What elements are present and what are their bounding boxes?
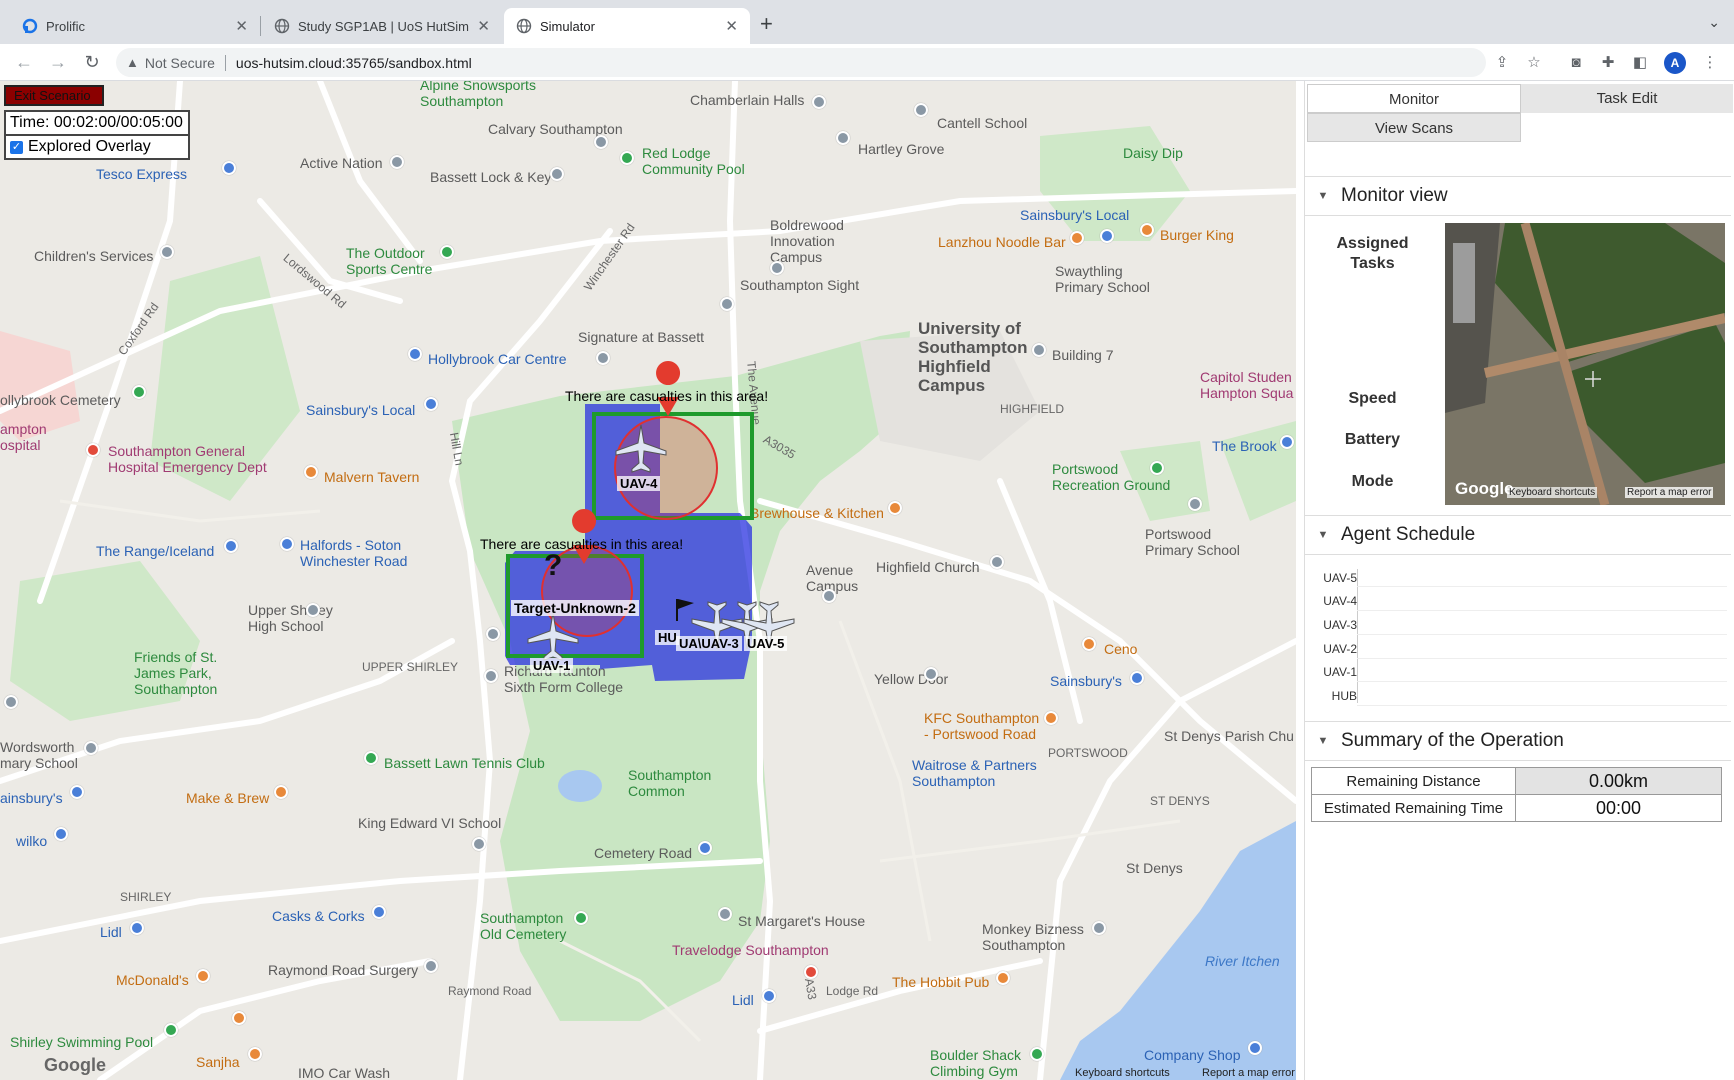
star-icon[interactable]: ☆ — [1524, 53, 1544, 73]
checkbox-checked-icon[interactable]: ✓ — [10, 140, 23, 154]
unknown-target-icon[interactable]: ? — [544, 549, 562, 583]
tab-monitor[interactable]: Monitor — [1307, 84, 1521, 113]
scenario-timer: Time: 00:02:00/00:05:00 — [4, 110, 190, 136]
address-bar[interactable]: ▲ Not Secure uos-hutsim.cloud:35765/sand… — [116, 48, 1486, 77]
remaining-time-value: 00:00 — [1515, 794, 1722, 822]
casualty-alert-text: There are casualties in this area! — [565, 388, 769, 404]
uav-label: UAV-5 — [744, 636, 788, 651]
close-icon[interactable]: ✕ — [235, 17, 248, 35]
tab-title: Simulator — [540, 18, 595, 34]
schedule-row-label: UAV-1 — [1323, 665, 1357, 679]
schedule-gridline — [1357, 705, 1727, 706]
mode-label: Mode — [1351, 473, 1394, 490]
tab-separator — [260, 16, 261, 36]
prolific-icon — [22, 18, 38, 34]
explored-overlay-toggle[interactable]: ✓ Explored Overlay — [4, 136, 190, 160]
satellite-camera-view[interactable]: Google Keyboard shortcuts Report a map e… — [1445, 223, 1725, 505]
tab-task-edit[interactable]: Task Edit — [1521, 84, 1733, 113]
schedule-row-label: UAV-3 — [1323, 618, 1357, 632]
summary-table: Remaining Distance 0.00km Estimated Rema… — [1311, 767, 1722, 822]
google-logo: Google — [1455, 479, 1514, 498]
forward-icon[interactable]: → — [46, 50, 70, 74]
hub-flag-pole — [676, 599, 678, 621]
schedule-gridline — [1357, 681, 1727, 682]
schedule-row-label: UAV-5 — [1323, 571, 1357, 585]
casualty-alert-text: There are casualties in this area! — [480, 536, 684, 552]
url-text: uos-hutsim.cloud:35765/sandbox.html — [235, 54, 472, 71]
uav-label: UAV-4 — [617, 476, 661, 491]
tab-strip: Prolific ✕ Study SGP1AB | UoS HutSim ✕ S… — [0, 0, 1734, 44]
schedule-gridline — [1357, 610, 1727, 611]
camera-icon[interactable]: ◙ — [1566, 53, 1586, 73]
tab-study[interactable]: Study SGP1AB | UoS HutSim ✕ — [262, 8, 502, 44]
tab-title: Study SGP1AB | UoS HutSim — [298, 18, 469, 34]
extensions-icon[interactable]: ✚ — [1598, 53, 1618, 73]
schedule-gridline — [1357, 586, 1727, 587]
browser-toolbar: ← → ↻ ▲ Not Secure uos-hutsim.cloud:3576… — [0, 44, 1734, 81]
reload-icon[interactable]: ↻ — [80, 50, 104, 74]
schedule-gridline — [1357, 658, 1727, 659]
new-tab-button[interactable]: + — [760, 12, 773, 36]
report-map-error-link[interactable]: Report a map error — [1625, 487, 1714, 498]
summary-header[interactable]: ▼ Summary of the Operation — [1305, 721, 1731, 761]
keyboard-shortcuts-link[interactable]: Keyboard shortcuts — [1507, 487, 1598, 498]
share-icon[interactable]: ⇪ — [1492, 53, 1512, 73]
report-map-error-link[interactable]: Report a map error — [1202, 1067, 1295, 1079]
tab-simulator[interactable]: Simulator ✕ — [504, 8, 750, 44]
schedule-row-label: UAV-4 — [1323, 594, 1357, 608]
tab-title: Prolific — [46, 18, 86, 34]
close-icon[interactable]: ✕ — [477, 17, 490, 35]
explored-overlay-label: Explored Overlay — [28, 138, 151, 155]
security-status: Not Secure — [144, 54, 215, 71]
keyboard-shortcuts-link[interactable]: Keyboard shortcuts — [1075, 1067, 1170, 1079]
divider — [224, 54, 226, 71]
more-vert-icon[interactable]: ⋮ — [1700, 53, 1720, 73]
tab-view-scans[interactable]: View Scans — [1307, 113, 1521, 142]
globe-icon — [516, 18, 532, 34]
map-canvas[interactable]: Alpine Snowsports Southampton Calvary So… — [0, 81, 1296, 1080]
monitor-view-header[interactable]: ▼ Monitor view — [1305, 176, 1731, 216]
uav-label: UA\UAV-3 — [676, 636, 742, 651]
section-title: Monitor view — [1341, 185, 1448, 206]
speed-label: Speed — [1348, 390, 1397, 407]
side-panel: Monitor Task Edit View Scans ▼ Monitor v… — [1304, 81, 1734, 1080]
schedule-gridline — [1357, 634, 1727, 635]
section-title: Summary of the Operation — [1341, 730, 1564, 751]
remaining-time-label: Estimated Remaining Time — [1311, 794, 1516, 822]
remaining-distance-label: Remaining Distance — [1311, 767, 1516, 795]
table-row: Estimated Remaining Time 00:00 — [1311, 794, 1722, 822]
agent-schedule-header[interactable]: ▼ Agent Schedule — [1305, 515, 1731, 555]
target-label[interactable]: Target-Unknown-2 — [511, 600, 639, 616]
schedule-row-label: UAV-2 — [1323, 642, 1357, 656]
uav-label: UAV-1 — [530, 658, 574, 673]
scenario-overlay — [505, 361, 754, 681]
remaining-distance-value: 0.00km — [1515, 767, 1722, 795]
google-logo: Google — [44, 1055, 106, 1075]
avatar[interactable]: A — [1664, 52, 1686, 74]
schedule-row-label: HUB — [1331, 689, 1357, 703]
tab-prolific[interactable]: Prolific ✕ — [10, 8, 260, 44]
caret-down-icon: ▼ — [1317, 190, 1329, 202]
sim-controls: Exit Scenario Time: 00:02:00/00:05:00 ✓ … — [4, 85, 190, 160]
schedule-axis — [1357, 569, 1358, 703]
warning-icon: ▲ — [126, 55, 139, 70]
battery-label: Battery — [1344, 431, 1401, 448]
assigned-tasks-label: Assigned Tasks — [1336, 235, 1409, 272]
caret-down-icon: ▼ — [1317, 529, 1329, 541]
sidebar-icon[interactable]: ◧ — [1630, 53, 1650, 73]
table-row: Remaining Distance 0.00km — [1311, 767, 1722, 795]
caret-down-icon: ▼ — [1317, 735, 1329, 747]
chevron-down-icon[interactable]: ⌄ — [1708, 14, 1720, 31]
globe-icon — [274, 18, 290, 34]
back-icon[interactable]: ← — [12, 50, 36, 74]
section-title: Agent Schedule — [1341, 524, 1476, 545]
close-icon[interactable]: ✕ — [725, 17, 738, 35]
exit-scenario-button[interactable]: Exit Scenario — [4, 85, 104, 106]
